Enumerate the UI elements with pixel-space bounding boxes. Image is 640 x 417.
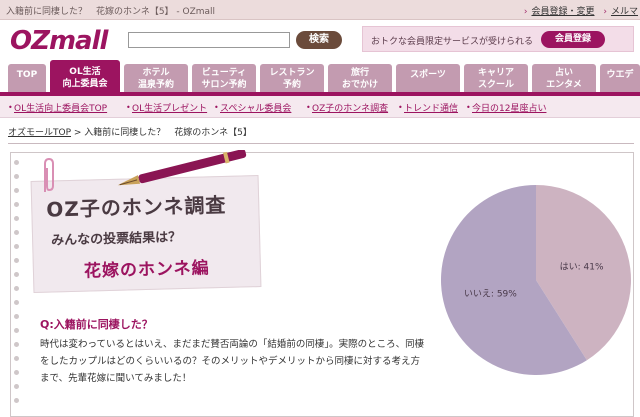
bullet-icon: •: [306, 103, 311, 112]
main-nav: TOP OL生活 向上委員会 ホテル 温泉予約 ビューティ サロン予約 レストラン 予約…: [0, 60, 640, 93]
pie-label-0: はい: 41%: [560, 262, 604, 273]
pie-label-1: いいえ: 59%: [464, 288, 517, 299]
top-links: › 会員登録・変更 › メルマ: [523, 7, 638, 17]
fountain-pen-icon: [117, 150, 247, 186]
tab-wedding[interactable]: ウエデ: [600, 64, 640, 93]
bullet-icon: •: [8, 103, 13, 112]
search-button[interactable]: 検索: [296, 31, 342, 49]
subnav-horoscope[interactable]: 今日の12星座占い: [472, 101, 546, 114]
tab-fortune[interactable]: 占い エンタメ: [532, 64, 596, 93]
banner-series: 花嫁のホンネ編: [83, 258, 210, 282]
tab-restaurant[interactable]: レストラン 予約: [260, 64, 324, 93]
title-bar: 入籍前に同棲した？ 花嫁のホンネ【5】 - OZmall › 会員登録・変更 › メ…: [0, 0, 640, 20]
subnav-trend[interactable]: トレンド通信: [404, 101, 458, 114]
tab-ol-life[interactable]: OL生活 向上委員会: [50, 60, 120, 93]
tab-travel[interactable]: 旅行 おでかけ: [328, 64, 392, 93]
register-button[interactable]: 会員登録: [541, 31, 605, 48]
subnav-ol-top[interactable]: OL生活向上委員会TOP: [14, 101, 107, 114]
tab-sports[interactable]: スポーツ: [396, 64, 460, 93]
search-input[interactable]: [128, 32, 290, 48]
bullet-icon: •: [214, 103, 219, 112]
promo-text: おトクな会員限定サービスが受けられる: [371, 37, 534, 47]
vote-pie-chart: はい: 41% いいえ: 59%: [441, 185, 631, 375]
member-promo: おトクな会員限定サービスが受けられる 会員登録: [362, 26, 634, 52]
breadcrumb: オズモールTOP > 入籍前に同棲した？ 花嫁のホンネ【5】: [8, 128, 252, 138]
sub-nav: • OL生活向上委員会TOP • OL生活プレゼント • スペシャル委員会 • …: [0, 96, 640, 118]
subnav-special[interactable]: スペシャル委員会: [220, 101, 291, 114]
question-heading: Q:入籍前に同棲した？: [40, 318, 153, 331]
tab-beauty[interactable]: ビューティ サロン予約: [192, 64, 256, 93]
tab-hotel[interactable]: ホテル 温泉予約: [124, 64, 188, 93]
banner-title: OZ子のホンネ調査: [46, 192, 227, 222]
mailmag-link[interactable]: メルマ: [611, 7, 638, 17]
intro-text: 時代は変わっているとはいえ、まだまだ賛否両論の「結婚前の同棲」。実際のところ、同…: [40, 339, 425, 384]
notebook-holes: [14, 160, 20, 417]
survey-banner: OZ子のホンネ調査 みんなの投票結果は？ 花嫁のホンネ編: [30, 175, 262, 293]
subnav-honne[interactable]: OZ子のホンネ調査: [312, 101, 388, 114]
bullet-icon: •: [398, 103, 403, 112]
bullet-icon: •: [466, 103, 471, 112]
divider: [8, 143, 634, 144]
page-title: 入籍前に同棲した？ 花嫁のホンネ【5】 - OZmall: [6, 7, 216, 17]
subnav-present[interactable]: OL生活プレゼント: [132, 101, 207, 114]
breadcrumb-home[interactable]: オズモールTOP: [8, 128, 71, 138]
paperclip-icon: [44, 157, 54, 192]
ozmall-logo[interactable]: OZmall: [10, 26, 108, 56]
member-register-link[interactable]: 会員登録・変更: [531, 7, 594, 17]
tab-career[interactable]: キャリア スクール: [464, 64, 528, 93]
breadcrumb-current: 入籍前に同棲した？ 花嫁のホンネ【5】: [84, 128, 252, 138]
bullet-icon: •: [126, 103, 131, 112]
tab-top[interactable]: TOP: [8, 64, 46, 93]
banner-subtitle: みんなの投票結果は？: [50, 230, 182, 249]
